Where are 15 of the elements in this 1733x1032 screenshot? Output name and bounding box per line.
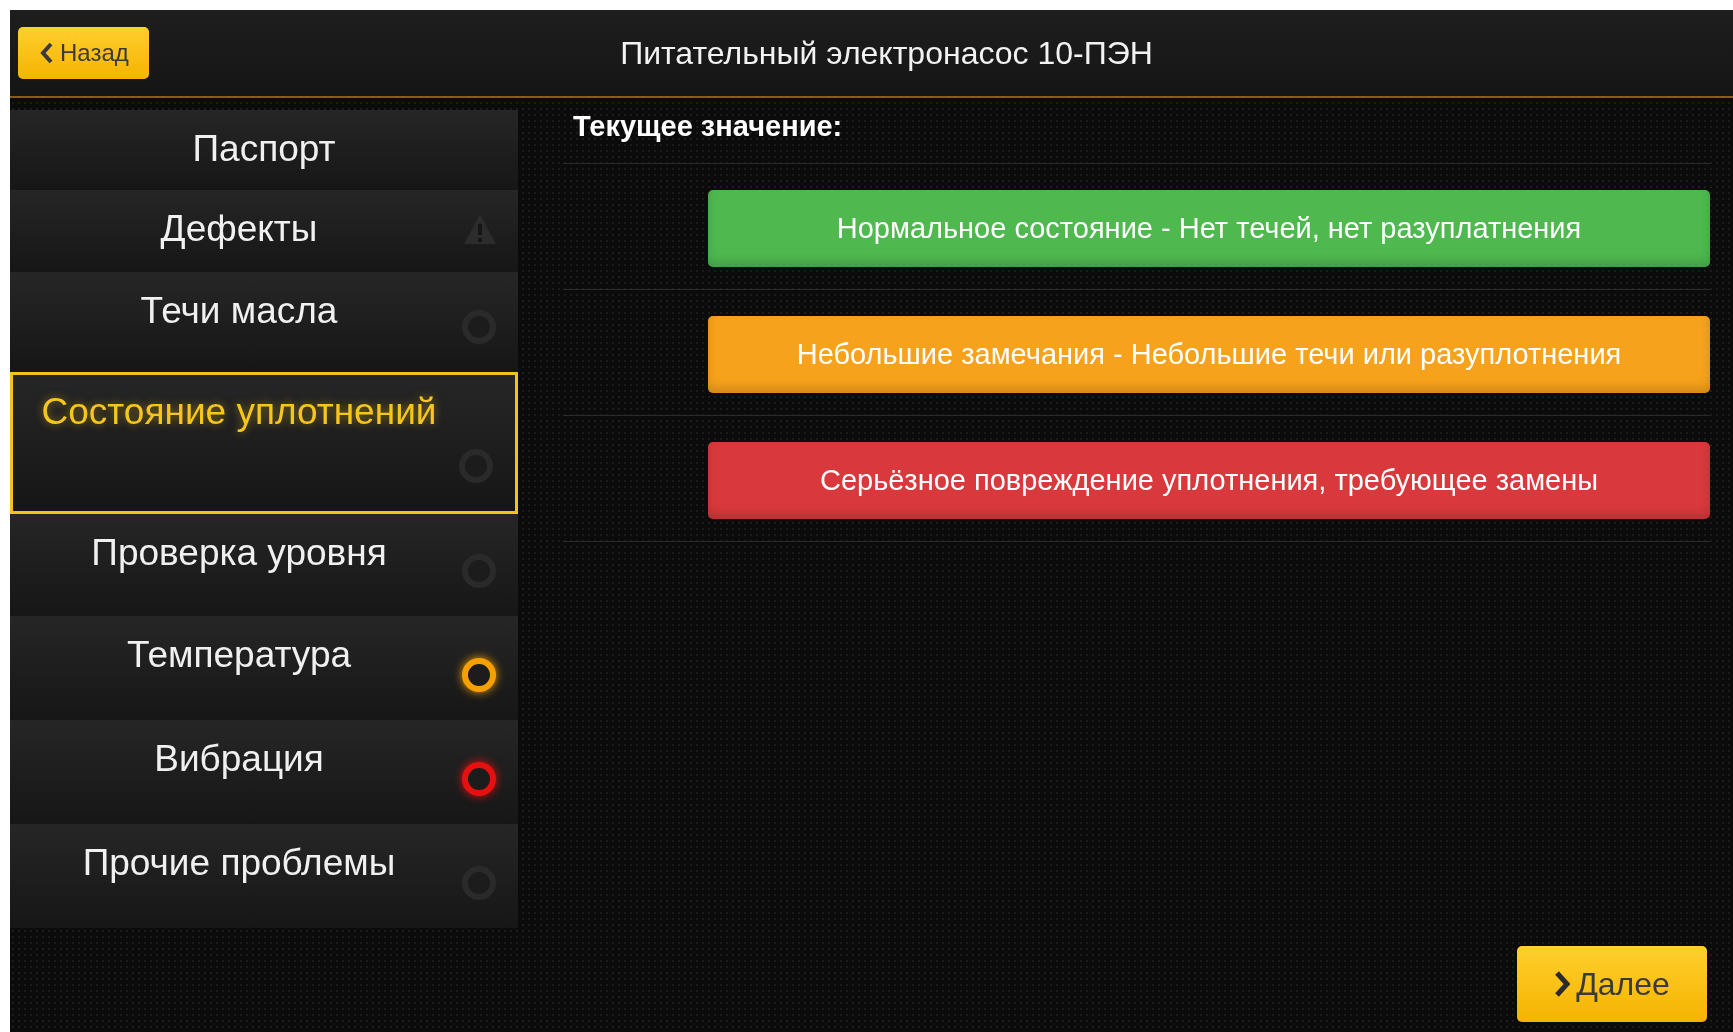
chevron-left-icon xyxy=(40,42,54,64)
sidebar-item[interactable]: Температура xyxy=(10,616,518,720)
back-button[interactable]: Назад xyxy=(18,27,149,79)
window-title: Питательный электронасос 10-ПЭН xyxy=(620,34,1153,72)
sidebar-item[interactable]: Проверка уровня xyxy=(10,514,518,616)
section-heading: Текущее значение: xyxy=(563,110,1710,164)
sidebar-item[interactable]: Вибрация xyxy=(10,720,518,824)
sidebar-item[interactable]: Прочие проблемы xyxy=(10,824,518,928)
next-button[interactable]: Далее xyxy=(1517,946,1707,1022)
chevron-right-icon xyxy=(1554,971,1571,997)
sidebar-item[interactable]: Состояние уплотнений xyxy=(10,372,518,514)
sidebar-item[interactable]: Дефекты xyxy=(10,190,518,272)
sidebar-item[interactable]: Паспорт xyxy=(10,110,518,190)
option-button[interactable]: Серьёзное повреждение уплотнения, требующее замены xyxy=(708,442,1710,519)
sidebar-item[interactable]: Течи масла xyxy=(10,272,518,372)
